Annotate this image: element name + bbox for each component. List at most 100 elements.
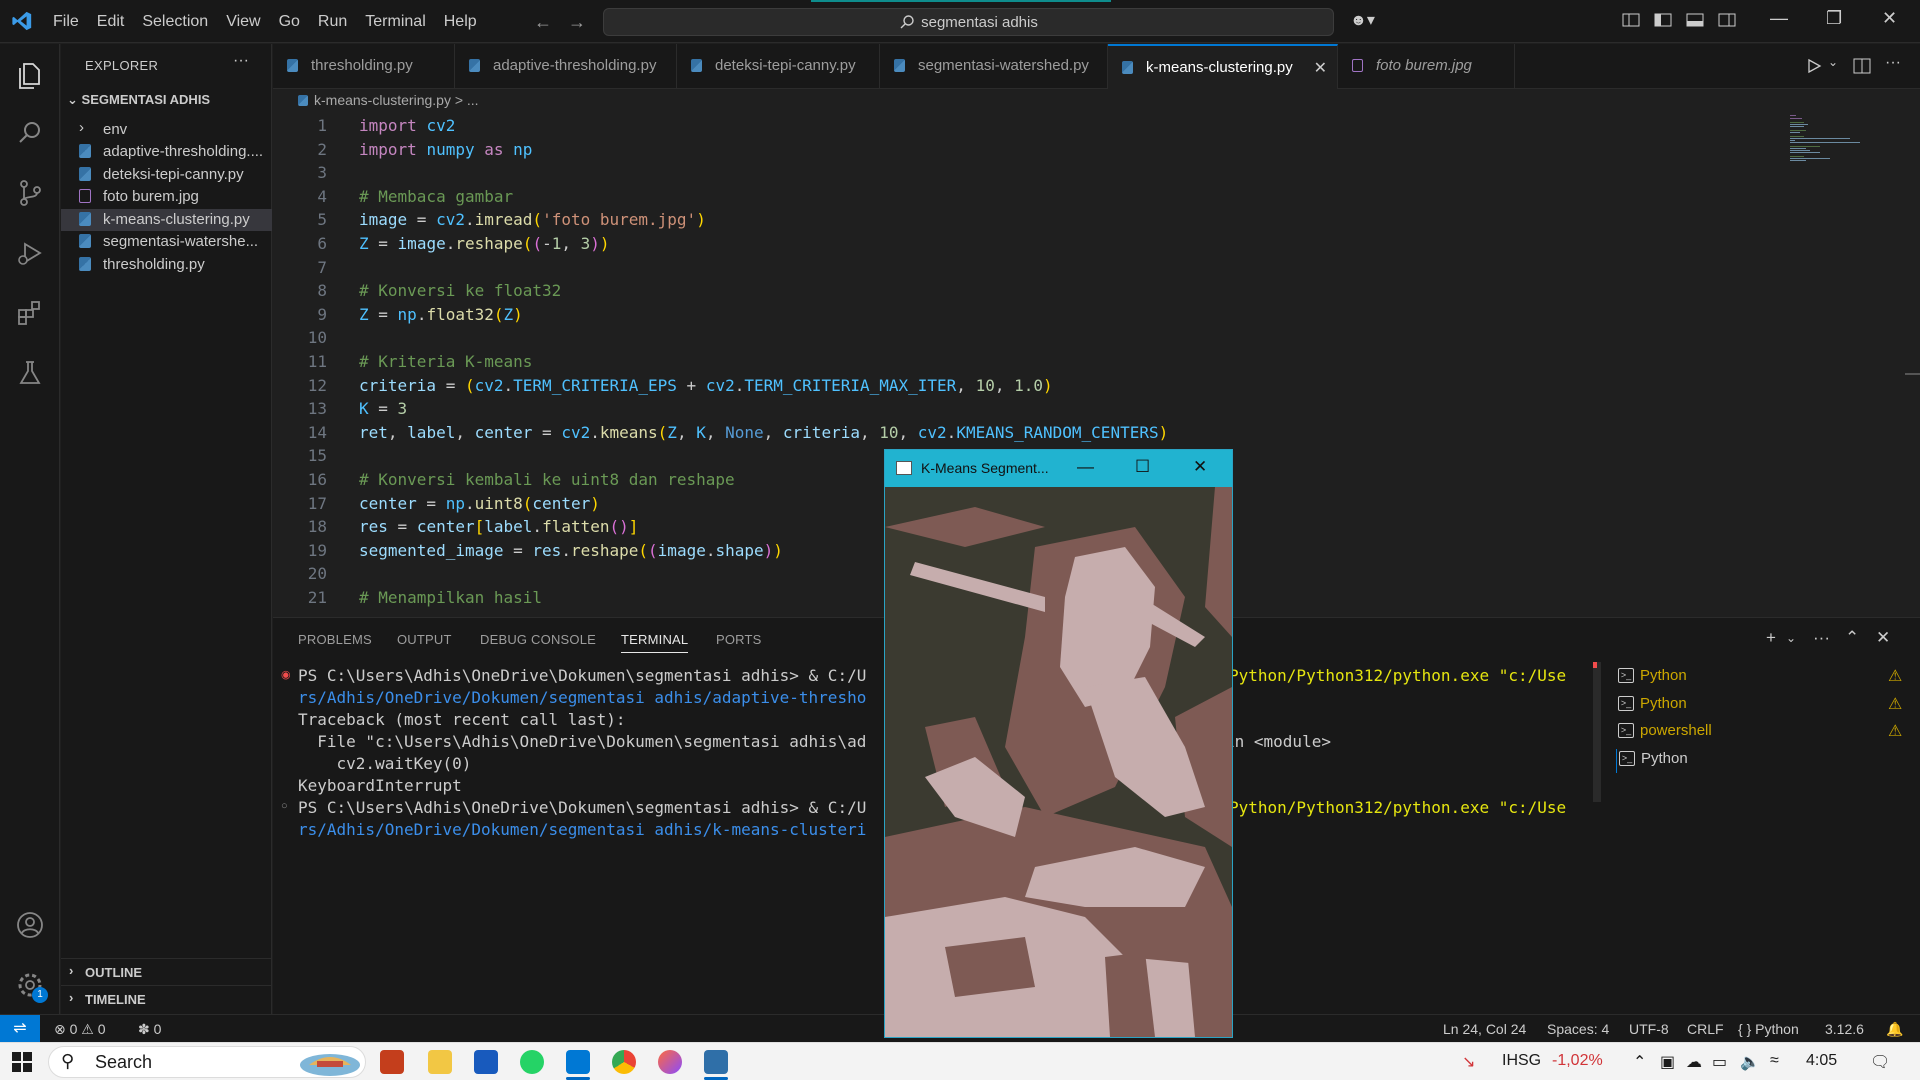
tree-item-k-means-clustering[interactable]: k-means-clustering.py: [61, 209, 272, 231]
tree-item-thresholding[interactable]: thresholding.py: [61, 254, 272, 276]
timeline-section[interactable]: › TIMELINE: [61, 985, 272, 1011]
tab-segmentasi-watershed[interactable]: segmentasi-watershed.py: [880, 44, 1108, 89]
close-panel-icon[interactable]: ✕: [1876, 628, 1890, 648]
close-window-icon[interactable]: ✕: [1193, 457, 1207, 477]
source-control-icon[interactable]: [15, 178, 45, 208]
tree-item-deteksi-tepi-canny[interactable]: deteksi-tepi-canny.py: [61, 164, 272, 186]
tab-terminal[interactable]: TERMINAL: [621, 632, 689, 653]
problems-status[interactable]: ⊗ 0 ⚠ 0: [54, 1021, 106, 1038]
python-window-taskbar-icon[interactable]: [704, 1050, 728, 1074]
extensions-icon[interactable]: [15, 298, 45, 328]
file-explorer-icon[interactable]: [428, 1050, 452, 1074]
indentation[interactable]: Spaces: 4: [1547, 1021, 1609, 1037]
tray-app-icon[interactable]: ▣: [1660, 1052, 1675, 1072]
tab-k-means-clustering[interactable]: k-means-clustering.py ✕: [1108, 44, 1338, 89]
powerpoint-icon[interactable]: [380, 1050, 404, 1074]
onedrive-cloud-icon[interactable]: ☁: [1686, 1052, 1702, 1072]
tab-thresholding[interactable]: thresholding.py: [273, 44, 455, 89]
stock-ticker[interactable]: IHSG: [1502, 1052, 1541, 1070]
python-version[interactable]: 3.12.6: [1825, 1021, 1864, 1037]
menu-selection[interactable]: Selection: [133, 13, 217, 31]
chevron-up-icon[interactable]: ⌃: [1633, 1052, 1646, 1072]
terminal-list-item[interactable]: >_ powershell ⚠: [1616, 721, 1906, 745]
close-window-icon[interactable]: ✕: [1882, 8, 1897, 29]
menu-run[interactable]: Run: [309, 13, 356, 31]
kmeans-result-window[interactable]: K-Means Segment... — ☐ ✕: [884, 449, 1233, 1038]
ports-status[interactable]: ✽ 0: [138, 1021, 161, 1038]
minimap[interactable]: [1790, 115, 1870, 165]
more-actions-icon[interactable]: ···: [1885, 54, 1901, 72]
copilot-icon[interactable]: ☻▾: [1350, 10, 1375, 30]
volume-icon[interactable]: 🔈: [1740, 1052, 1760, 1072]
end-of-line[interactable]: CRLF: [1687, 1021, 1724, 1037]
remote-indicator-icon[interactable]: ⇌: [0, 1015, 40, 1043]
maximize-icon[interactable]: ☐: [1135, 457, 1150, 477]
new-terminal-icon[interactable]: +: [1766, 628, 1776, 648]
workspace-folder[interactable]: ⌄ SEGMENTASI ADHIS: [67, 92, 210, 108]
battery-icon[interactable]: ▭: [1712, 1052, 1727, 1072]
toggle-panel-icon[interactable]: [1686, 12, 1704, 28]
windows-start-icon[interactable]: [12, 1052, 32, 1072]
customize-layout-icon[interactable]: [1622, 12, 1640, 28]
toggle-primary-sidebar-icon[interactable]: [1654, 12, 1672, 28]
explorer-icon[interactable]: [15, 60, 45, 90]
notification-center-icon[interactable]: 🗨: [1870, 1052, 1890, 1072]
menu-terminal[interactable]: Terminal: [356, 13, 434, 31]
maximize-panel-icon[interactable]: ⌃: [1845, 628, 1859, 648]
restore-icon[interactable]: ❐: [1826, 8, 1842, 29]
terminal-scrollbar[interactable]: [1593, 662, 1601, 802]
chevron-down-icon[interactable]: ⌄: [1786, 631, 1796, 645]
stock-change[interactable]: -1,02%: [1552, 1052, 1603, 1070]
menu-help[interactable]: Help: [435, 13, 486, 31]
tree-item-adaptive-thresholding[interactable]: adaptive-thresholding....: [61, 141, 272, 163]
command-center-search[interactable]: segmentasi adhis: [603, 8, 1334, 36]
kmeans-window-titlebar[interactable]: K-Means Segment... — ☐ ✕: [885, 450, 1232, 487]
terminal-list-item[interactable]: >_ Python ⚠: [1616, 666, 1906, 690]
account-icon[interactable]: [15, 910, 45, 940]
terminal-list-item[interactable]: >_ Python ⚠: [1616, 694, 1906, 718]
more-actions-icon[interactable]: ···: [1813, 628, 1830, 648]
chrome-icon[interactable]: [612, 1050, 636, 1074]
vscode-taskbar-icon[interactable]: [566, 1050, 590, 1074]
scrollbar-thumb[interactable]: [1905, 373, 1920, 375]
run-python-file-icon[interactable]: [1806, 58, 1822, 74]
tree-item-foto-burem[interactable]: foto burem.jpg: [61, 186, 272, 208]
forward-arrow-icon[interactable]: →: [568, 12, 586, 33]
more-actions-icon[interactable]: ···: [233, 52, 249, 70]
tree-item-env[interactable]: › env: [61, 119, 272, 141]
tree-item-segmentasi-watershed[interactable]: segmentasi-watershe...: [61, 231, 272, 253]
menu-edit[interactable]: Edit: [88, 13, 134, 31]
tab-foto-burem[interactable]: foto burem.jpg: [1338, 44, 1515, 89]
chevron-down-icon[interactable]: ⌄: [1828, 55, 1838, 69]
whatsapp-icon[interactable]: [520, 1050, 544, 1074]
firefox-icon[interactable]: [658, 1050, 682, 1074]
testing-icon[interactable]: [15, 358, 45, 388]
split-editor-icon[interactable]: [1853, 58, 1871, 74]
tab-deteksi-tepi-canny[interactable]: deteksi-tepi-canny.py: [677, 44, 880, 89]
stock-chart-icon[interactable]: ↘: [1462, 1052, 1475, 1072]
encoding[interactable]: UTF-8: [1629, 1021, 1669, 1037]
minimize-icon[interactable]: —: [1770, 8, 1788, 29]
terminal-list-item[interactable]: >_ Python: [1616, 749, 1906, 773]
tab-adaptive-thresholding[interactable]: adaptive-thresholding.py: [455, 44, 677, 89]
minimize-icon[interactable]: —: [1077, 457, 1094, 477]
tab-problems[interactable]: PROBLEMS: [298, 632, 372, 647]
menu-go[interactable]: Go: [270, 13, 309, 31]
cursor-position[interactable]: Ln 24, Col 24: [1443, 1021, 1526, 1037]
notifications-bell-icon[interactable]: 🔔: [1886, 1021, 1903, 1038]
outline-section[interactable]: › OUTLINE: [61, 958, 272, 984]
search-icon[interactable]: [15, 118, 45, 148]
tab-ports[interactable]: PORTS: [716, 632, 762, 647]
tab-debug-console[interactable]: DEBUG CONSOLE: [480, 632, 596, 647]
toggle-secondary-sidebar-icon[interactable]: [1718, 12, 1736, 28]
wifi-icon[interactable]: ≈: [1770, 1052, 1779, 1070]
menu-view[interactable]: View: [217, 13, 269, 31]
clock-time[interactable]: 4:05: [1806, 1052, 1837, 1070]
run-debug-icon[interactable]: [15, 238, 45, 268]
breadcrumb[interactable]: k-means-clustering.py > ...: [298, 92, 479, 108]
tab-output[interactable]: OUTPUT: [397, 632, 452, 647]
back-arrow-icon[interactable]: ←: [534, 12, 552, 33]
menu-file[interactable]: File: [44, 13, 88, 31]
word-icon[interactable]: [474, 1050, 498, 1074]
close-tab-icon[interactable]: ✕: [1314, 58, 1327, 78]
